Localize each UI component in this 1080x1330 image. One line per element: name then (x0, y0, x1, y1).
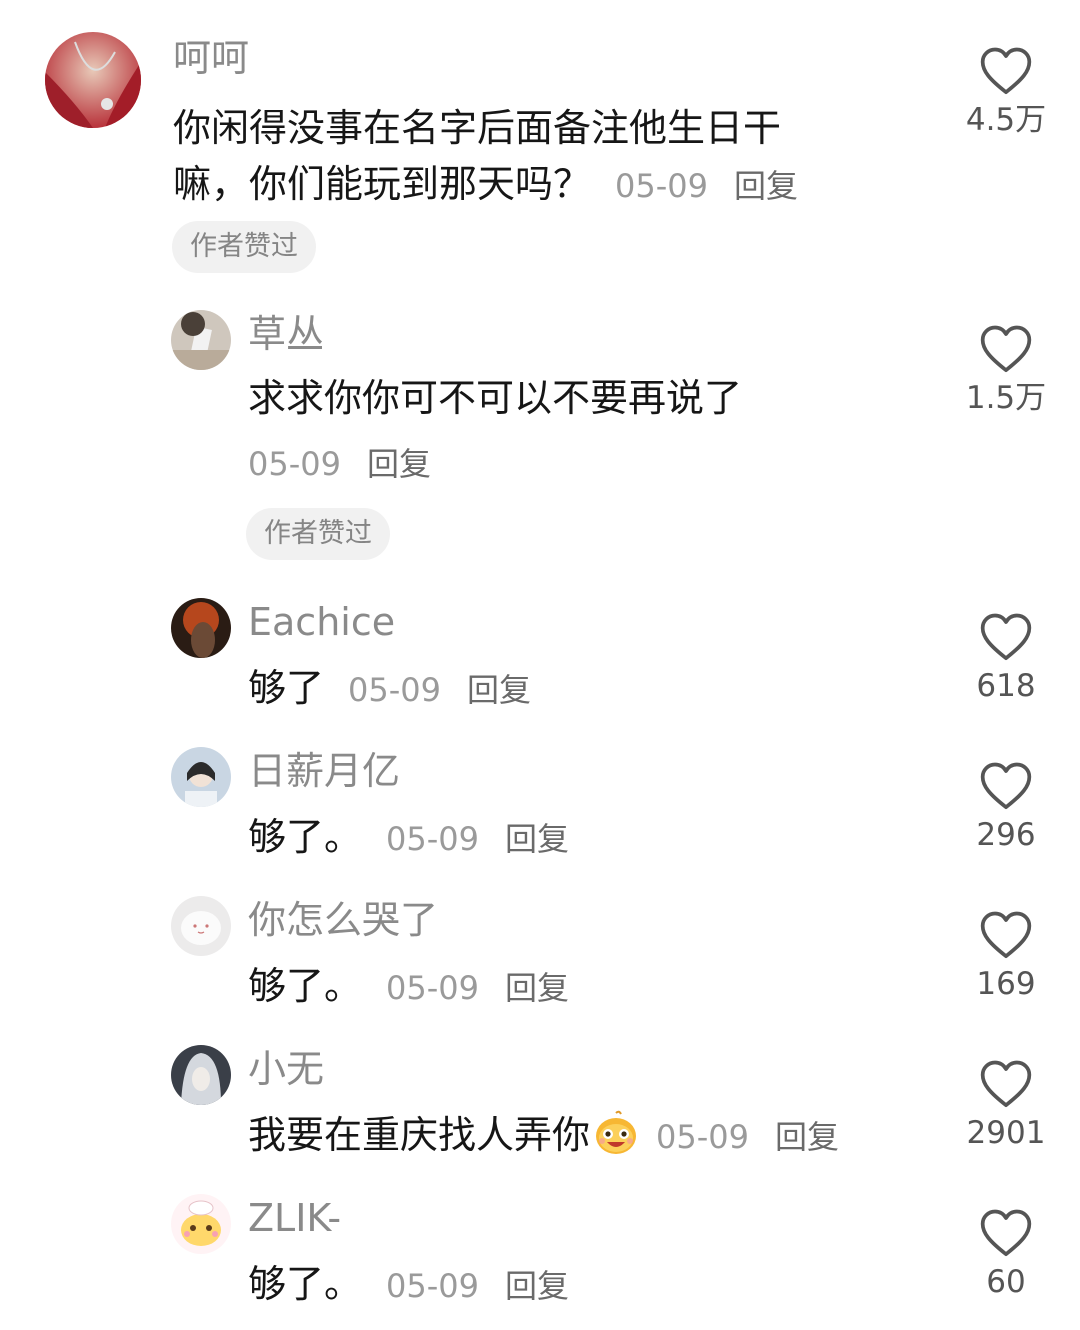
comment-text: 嘛，你们能玩到那天吗？ 05-09 回复 (173, 156, 798, 214)
avatar[interactable] (45, 32, 141, 128)
avatar[interactable] (171, 747, 231, 807)
avatar[interactable] (171, 1194, 231, 1254)
comment-text-line: 你闲得没事在名字后面备注他生日干 (173, 106, 782, 150)
username[interactable]: 小无 (248, 1047, 324, 1091)
heart-outline-icon (980, 1209, 1032, 1257)
comment-text: 够了。 05-09 回复 (248, 809, 569, 867)
like-count: 618 (976, 668, 1036, 704)
reply-button[interactable]: 回复 (367, 445, 431, 483)
heart-outline-icon (980, 911, 1032, 959)
author-liked-badge: 作者赞过 (246, 508, 390, 560)
reply-button[interactable]: 回复 (467, 671, 531, 709)
like-button[interactable]: 296 (946, 759, 1066, 855)
like-count: 60 (986, 1264, 1026, 1300)
comment-date: 05-09 (656, 1118, 749, 1156)
heart-outline-icon (980, 325, 1032, 373)
comment-text: 求求你你可不可以不要再说了 (248, 376, 743, 420)
comment-text: 我要在重庆找人弄你 05-09 回复 (248, 1107, 839, 1171)
heart-outline-icon (980, 1060, 1032, 1108)
comment-text-body: 够了。 (248, 1262, 363, 1306)
username[interactable]: Eachice (248, 600, 395, 644)
comment-text: 够了 05-09 回复 (248, 660, 531, 718)
avatar[interactable] (171, 310, 231, 370)
comment-text-body: 够了。 (248, 964, 363, 1008)
like-button[interactable]: 169 (946, 908, 1066, 1004)
username[interactable]: 你怎么哭了 (248, 898, 438, 942)
username[interactable]: 日薪月亿 (248, 749, 400, 793)
comment-text-body: 我要在重庆找人弄你 (248, 1113, 591, 1157)
like-count: 169 (976, 966, 1036, 1002)
username[interactable]: 呵呵 (173, 36, 249, 80)
comment-text: 够了。 05-09 回复 (248, 1256, 569, 1314)
avatar[interactable] (171, 1045, 231, 1105)
like-count: 1.5万 (965, 380, 1047, 416)
author-liked-badge: 作者赞过 (172, 221, 316, 273)
comment-date: 05-09 (386, 820, 479, 858)
like-button[interactable]: 4.5万 (946, 44, 1066, 140)
avatar[interactable] (171, 896, 231, 956)
reply-button[interactable]: 回复 (734, 167, 798, 205)
like-count: 296 (976, 817, 1036, 853)
like-button[interactable]: 618 (946, 610, 1066, 706)
username[interactable]: ZLIK- (248, 1196, 341, 1240)
comment-date: 05-09 (386, 1267, 479, 1305)
comment-date: 05-09 (386, 969, 479, 1007)
username[interactable]: 草丛 (248, 312, 324, 356)
comment-meta: 05-09 回复 (248, 434, 431, 492)
like-count: 2901 (966, 1115, 1046, 1151)
like-button[interactable]: 60 (946, 1206, 1066, 1302)
like-button[interactable]: 1.5万 (946, 322, 1066, 418)
like-count: 4.5万 (965, 102, 1047, 138)
like-button[interactable]: 2901 (946, 1057, 1066, 1153)
reply-button[interactable]: 回复 (775, 1118, 839, 1156)
comment-text-body: 够了。 (248, 815, 363, 859)
comment-date: 05-09 (248, 445, 341, 483)
heart-outline-icon (980, 762, 1032, 810)
comment-text: 够了。 05-09 回复 (248, 958, 569, 1016)
heart-outline-icon (980, 613, 1032, 661)
comment-text-body: 够了 (248, 666, 325, 710)
avatar[interactable] (171, 598, 231, 658)
comment-text-line: 嘛，你们能玩到那天吗？ (173, 162, 592, 206)
comment-date: 05-09 (615, 167, 708, 205)
reply-button[interactable]: 回复 (505, 1267, 569, 1305)
grinning-bean-emoji (594, 1110, 638, 1171)
heart-outline-icon (980, 47, 1032, 95)
comment-date: 05-09 (348, 671, 441, 709)
comment-text: 你闲得没事在名字后面备注他生日干 (173, 100, 781, 156)
reply-button[interactable]: 回复 (505, 969, 569, 1007)
reply-button[interactable]: 回复 (505, 820, 569, 858)
